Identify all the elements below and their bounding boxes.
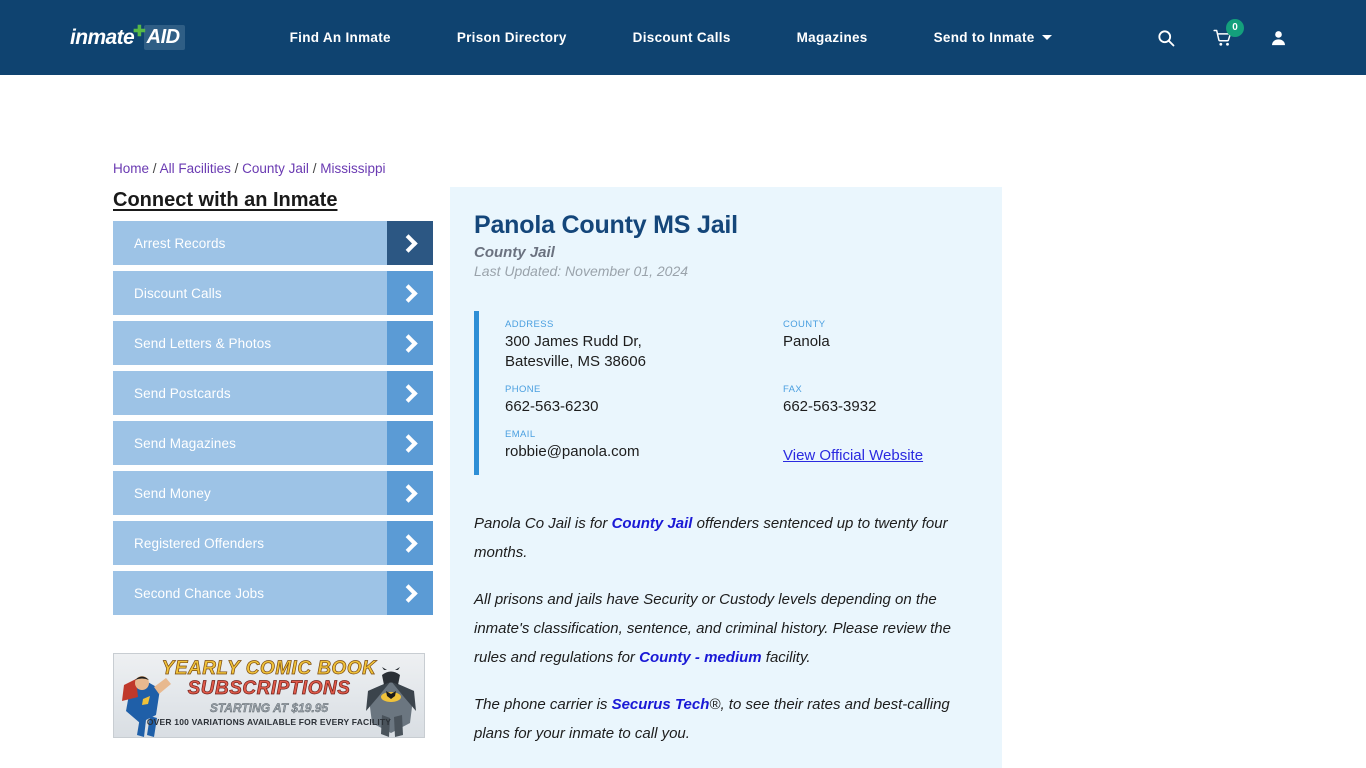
page-title: Panola County MS Jail [474, 211, 738, 239]
sidebar-item-registered-offenders[interactable]: Registered Offenders [113, 521, 433, 565]
sidebar-item-label: Send Postcards [134, 385, 231, 401]
sidebar-item-send-money[interactable]: Send Money [113, 471, 433, 515]
county-medium-link[interactable]: County - medium [639, 649, 762, 666]
facility-type: County Jail [474, 244, 555, 261]
county-label: COUNTY [783, 319, 826, 330]
account-icon[interactable] [1251, 28, 1306, 48]
site-header: inmate ✚ AID Find An Inmate Prison Direc… [0, 0, 1366, 75]
breadcrumb-separator: / [234, 161, 239, 176]
nav-item-find-an-inmate[interactable]: Find An Inmate [257, 30, 424, 45]
chevron-right-icon [387, 521, 433, 565]
facility-description: Panola Co Jail is for County Jail offend… [474, 509, 976, 768]
breadcrumb-item-all-facilities[interactable]: All Facilities [160, 161, 231, 176]
last-updated-text: Last Updated: November 01, 2024 [474, 263, 689, 279]
phone-value: 662-563-6230 [505, 398, 599, 415]
advertisement-banner[interactable]: YEARLY COMIC BOOK SUBSCRIPTIONS STARTING… [113, 653, 425, 738]
logo-text: inmate [70, 25, 135, 49]
sidebar-item-label: Registered Offenders [134, 535, 265, 551]
nav-item-discount-calls[interactable]: Discount Calls [600, 30, 764, 45]
site-logo[interactable]: inmate ✚ AID [70, 22, 185, 50]
sidebar-item-label: Send Money [134, 485, 211, 501]
county-value: Panola [783, 333, 830, 350]
chevron-right-icon [387, 271, 433, 315]
facility-contact-info: ADDRESS 300 James Rudd Dr, Batesville, M… [474, 311, 976, 475]
fax-value: 662-563-3932 [783, 398, 877, 415]
fax-label: FAX [783, 384, 803, 395]
nav-item-send-to-inmate-label: Send to Inmate [933, 30, 1035, 45]
main-nav: Find An Inmate Prison Directory Discount… [257, 30, 1138, 45]
breadcrumb-separator: / [152, 161, 157, 176]
phone-label: PHONE [505, 384, 541, 395]
chevron-right-icon [387, 371, 433, 415]
sidebar-item-arrest-records[interactable]: Arrest Records [113, 221, 433, 265]
official-website-field: View Official Website [783, 429, 976, 465]
logo-plus-icon: ✚ [133, 22, 146, 40]
phone-field: PHONE 662-563-6230 [505, 384, 783, 417]
email-field: EMAIL robbie@panola.com [505, 429, 783, 465]
fax-field: FAX 662-563-3932 [783, 384, 976, 417]
logo-aid-text: AID [143, 25, 185, 50]
chevron-right-icon [387, 571, 433, 615]
address-line-1: 300 James Rudd Dr, [505, 333, 642, 350]
description-paragraph-3: The phone carrier is Securus Tech®, to s… [474, 690, 976, 748]
p1-text-a: Panola Co Jail is for [474, 515, 612, 532]
breadcrumb: Home / All Facilities / County Jail / Mi… [113, 161, 385, 176]
description-paragraph-1: Panola Co Jail is for County Jail offend… [474, 509, 976, 567]
breadcrumb-item-county-jail[interactable]: County Jail [242, 161, 309, 176]
p3-text-a: The phone carrier is [474, 696, 612, 713]
breadcrumb-item-home[interactable]: Home [113, 161, 149, 176]
sidebar-item-second-chance-jobs[interactable]: Second Chance Jobs [113, 571, 433, 615]
sidebar-item-label: Arrest Records [134, 235, 226, 251]
sidebar-item-label: Second Chance Jobs [134, 585, 265, 601]
cart-count-badge: 0 [1226, 18, 1244, 37]
email-value: robbie@panola.com [505, 443, 640, 460]
sidebar-item-send-letters-photos[interactable]: Send Letters & Photos [113, 321, 433, 365]
breadcrumb-item-mississippi[interactable]: Mississippi [320, 161, 385, 176]
email-label: EMAIL [505, 429, 536, 440]
breadcrumb-separator: / [312, 161, 317, 176]
search-icon[interactable] [1138, 28, 1194, 48]
securus-tech-link[interactable]: Securus Tech [612, 696, 710, 713]
p2-text-b: facility. [761, 649, 811, 666]
description-paragraph-2: All prisons and jails have Security or C… [474, 585, 976, 672]
nav-item-prison-directory[interactable]: Prison Directory [424, 30, 600, 45]
address-value: 300 James Rudd Dr, Batesville, MS 38606 [505, 332, 783, 372]
address-label: ADDRESS [505, 319, 554, 330]
header-icon-group: 0 [1138, 18, 1306, 48]
chevron-right-icon [387, 221, 433, 265]
chevron-right-icon [387, 321, 433, 365]
sidebar-item-label: Send Magazines [134, 435, 236, 451]
nav-item-magazines[interactable]: Magazines [764, 30, 901, 45]
ad-line-4: OVER 100 VARIATIONS AVAILABLE FOR EVERY … [146, 717, 392, 727]
ad-line-2: SUBSCRIPTIONS [187, 678, 351, 700]
view-official-website-link[interactable]: View Official Website [783, 447, 923, 464]
county-field: COUNTY Panola [783, 319, 976, 372]
sidebar-heading: Connect with an Inmate [113, 189, 338, 211]
chevron-right-icon [387, 421, 433, 465]
sidebar-menu: Arrest Records Discount Calls Send Lette… [113, 221, 433, 621]
address-line-2: Batesville, MS 38606 [505, 353, 646, 370]
cart-icon[interactable]: 0 [1194, 18, 1251, 48]
sidebar-item-label: Send Letters & Photos [134, 335, 272, 351]
ad-line-1: YEARLY COMIC BOOK [161, 658, 377, 680]
sidebar-item-send-postcards[interactable]: Send Postcards [113, 371, 433, 415]
sidebar-item-send-magazines[interactable]: Send Magazines [113, 421, 433, 465]
chevron-down-icon [1041, 35, 1052, 40]
address-field: ADDRESS 300 James Rudd Dr, Batesville, M… [505, 319, 783, 372]
nav-item-send-to-inmate[interactable]: Send to Inmate [901, 30, 1085, 45]
county-jail-link[interactable]: County Jail [612, 515, 693, 532]
chevron-right-icon [387, 471, 433, 515]
sidebar-item-discount-calls[interactable]: Discount Calls [113, 271, 433, 315]
sidebar-item-label: Discount Calls [134, 285, 222, 301]
facility-card: Panola County MS Jail County Jail Last U… [450, 187, 1002, 768]
ad-line-3: STARTING AT $19.95 [209, 701, 329, 715]
